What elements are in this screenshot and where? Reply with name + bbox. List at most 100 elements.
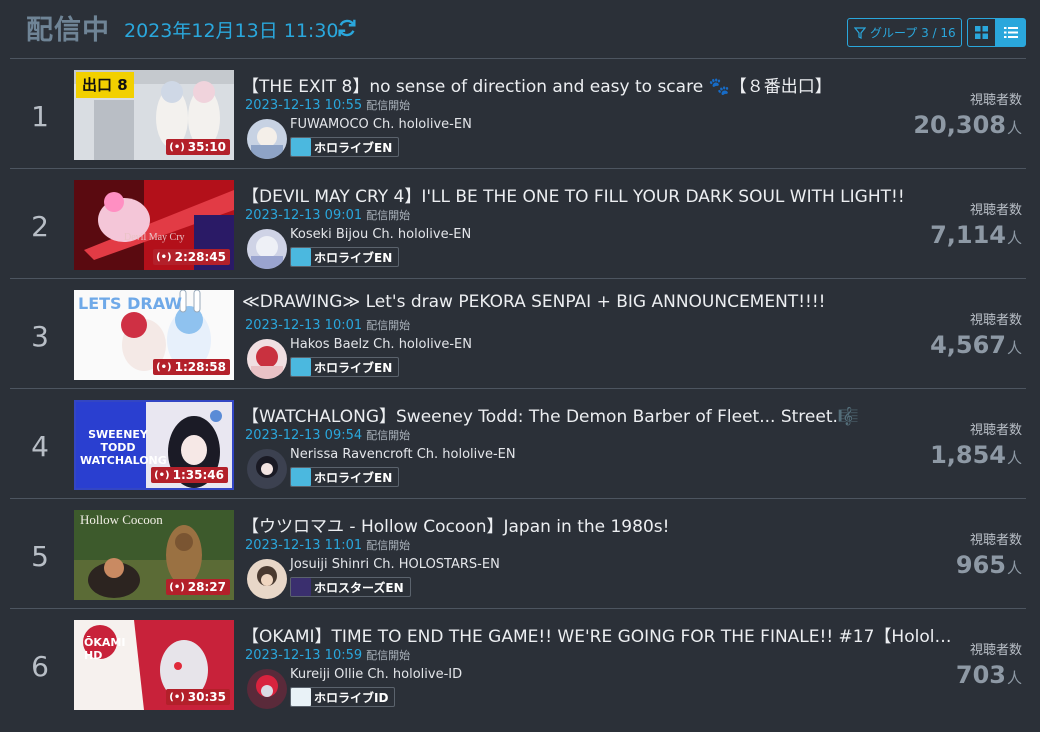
stream-title[interactable]: 【DEVIL MAY CRY 4】I'LL BE THE ONE TO FILL… [242, 182, 952, 207]
stream-row: 5 Hollow Cocoon (•) 28:27 【ウツロマユ - Hollow… [10, 498, 1026, 608]
live-duration-badge: (•) 30:35 [166, 689, 230, 705]
thumbnail-caption: Hollow Cocoon [80, 512, 163, 527]
hololive-logo-icon [291, 358, 311, 376]
org-badge[interactable]: ホロライブEN [290, 467, 400, 487]
live-duration-badge: (•) 35:10 [166, 139, 230, 155]
viewer-count: 4,567人 [930, 331, 1022, 359]
rank-number: 4 [31, 430, 49, 463]
channel-name[interactable]: Hakos Baelz Ch. hololive-EN [290, 337, 472, 352]
start-label: 配信開始 [366, 649, 411, 662]
stream-thumbnail[interactable]: ŌKAMI HD (•) 30:35 [74, 620, 234, 710]
viewer-count: 7,114人 [930, 221, 1022, 249]
stream-thumbnail[interactable]: Devil May Cry (•) 2:28:45 [74, 180, 234, 270]
start-time: 2023-12-13 09:54 [245, 428, 363, 443]
current-datetime: 2023年12月13日 11:30 [124, 20, 339, 42]
org-badge[interactable]: ホロライブID [290, 687, 396, 707]
live-duration: 30:35 [187, 690, 226, 704]
live-icon: (•) [169, 691, 185, 703]
live-duration: 28:27 [187, 580, 226, 594]
org-name: ホロライブEN [314, 360, 393, 375]
channel-name[interactable]: Kureiji Ollie Ch. hololive-ID [290, 667, 462, 682]
rank-number: 3 [31, 320, 49, 353]
channel-avatar[interactable] [247, 669, 287, 709]
channel-name[interactable]: Nerissa Ravencroft Ch. hololive-EN [290, 447, 516, 462]
hololive-logo-icon [291, 688, 311, 706]
stream-row: 4 SWEENEY TODD WATCHALONG (•) 1:35:46 【WA… [10, 388, 1026, 498]
thumbnail-caption: SWEENEY TODD WATCHALONG [80, 428, 167, 467]
stream-start: 2023-12-13 10:59 配信開始 [245, 647, 410, 663]
live-duration: 1:28:58 [174, 360, 226, 374]
channel-name[interactable]: Josuiji Shinri Ch. HOLOSTARS-EN [290, 557, 500, 572]
channel-avatar[interactable] [247, 119, 287, 159]
viewers-label: 視聴者数 [969, 643, 1022, 658]
rank-number: 5 [31, 540, 49, 573]
start-time: 2023-12-13 10:01 [245, 318, 363, 333]
stream-thumbnail[interactable]: Hollow Cocoon (•) 28:27 [74, 510, 234, 600]
live-duration: 2:28:45 [174, 250, 226, 264]
viewer-count-unit: 人 [1006, 339, 1022, 357]
viewers-label: 視聴者数 [969, 423, 1022, 438]
org-badge[interactable]: ホロライブEN [290, 247, 400, 267]
org-badge[interactable]: ホロスターズEN [290, 577, 411, 597]
live-icon: (•) [156, 361, 172, 373]
stream-start: 2023-12-13 09:54 配信開始 [245, 427, 410, 443]
group-filter-button[interactable]: グループ 3 / 16 [847, 18, 962, 47]
stream-title[interactable]: 【ウツロマユ - Hollow Cocoon】Japan in the 1980… [242, 512, 952, 537]
live-icon: (•) [169, 581, 185, 593]
stream-thumbnail[interactable]: LETS DRAW (•) 1:28:58 [74, 290, 234, 380]
stream-row: 1 出口 8 (•) 35:10 【THE EXIT 8】no sense of … [10, 58, 1026, 168]
viewer-count: 20,308人 [913, 111, 1022, 139]
org-badge[interactable]: ホロライブEN [290, 357, 400, 377]
viewer-count-number: 1,854 [930, 441, 1006, 469]
thumbnail-caption: ŌKAMI HD [84, 636, 126, 662]
channel-avatar[interactable] [247, 449, 287, 489]
org-name: ホロライブEN [314, 250, 393, 265]
stream-title[interactable]: 【OKAMI】TIME TO END THE GAME!! WE'RE GOIN… [242, 622, 952, 647]
channel-name[interactable]: FUWAMOCO Ch. hololive-EN [290, 117, 472, 132]
grid-view-icon [975, 26, 988, 39]
stream-title[interactable]: ≪DRAWING≫ Let's draw PEKORA SENPAI + BIG… [242, 292, 952, 312]
start-time: 2023-12-13 10:59 [245, 648, 363, 663]
stream-start: 2023-12-13 10:55 配信開始 [245, 97, 410, 113]
page-title: 配信中 [26, 15, 110, 46]
org-badge[interactable]: ホロライブEN [290, 137, 400, 157]
channel-name[interactable]: Koseki Bijou Ch. hololive-EN [290, 227, 471, 242]
start-label: 配信開始 [366, 539, 411, 552]
grid-view-button[interactable] [967, 18, 996, 47]
live-duration-badge: (•) 1:28:58 [153, 359, 230, 375]
start-label: 配信開始 [366, 99, 411, 112]
start-label: 配信開始 [366, 429, 411, 442]
viewer-count-unit: 人 [1006, 669, 1022, 687]
filter-icon [854, 26, 866, 39]
viewer-count-unit: 人 [1006, 559, 1022, 577]
stream-title[interactable]: 【WATCHALONG】Sweeney Todd: The Demon Barb… [242, 402, 952, 427]
viewer-count-number: 965 [955, 551, 1006, 579]
live-icon: (•) [156, 251, 172, 263]
stream-row: 3 LETS DRAW (•) 1:28:58 ≪DRAWING≫ Let's d… [10, 278, 1026, 388]
live-icon: (•) [154, 469, 170, 481]
org-name: ホロスターズEN [314, 580, 404, 595]
hololive-logo-icon [291, 248, 311, 266]
viewer-count-number: 703 [955, 661, 1006, 689]
stream-thumbnail[interactable]: SWEENEY TODD WATCHALONG (•) 1:35:46 [74, 400, 234, 490]
channel-avatar[interactable] [247, 559, 287, 599]
list-view-button[interactable] [996, 18, 1026, 47]
org-name: ホロライブID [314, 690, 389, 705]
thumbnail-caption: LETS DRAW [78, 294, 183, 313]
viewer-count-unit: 人 [1006, 119, 1022, 137]
live-icon: (•) [169, 141, 185, 153]
stream-list: 1 出口 8 (•) 35:10 【THE EXIT 8】no sense of … [10, 58, 1026, 718]
viewers-label: 視聴者数 [969, 533, 1022, 548]
channel-avatar[interactable] [247, 339, 287, 379]
stream-title[interactable]: 【THE EXIT 8】no sense of direction and ea… [242, 72, 952, 97]
live-duration: 35:10 [187, 140, 226, 154]
org-name: ホロライブEN [314, 140, 393, 155]
refresh-icon[interactable] [336, 17, 358, 39]
stream-row: 6 ŌKAMI HD (•) 30:35 【OKAMI】TIME TO END T… [10, 608, 1026, 718]
start-label: 配信開始 [366, 209, 411, 222]
start-time: 2023-12-13 09:01 [245, 208, 363, 223]
viewer-count-number: 7,114 [930, 221, 1006, 249]
stream-thumbnail[interactable]: 出口 8 (•) 35:10 [74, 70, 234, 160]
channel-avatar[interactable] [247, 229, 287, 269]
live-duration-badge: (•) 28:27 [166, 579, 230, 595]
